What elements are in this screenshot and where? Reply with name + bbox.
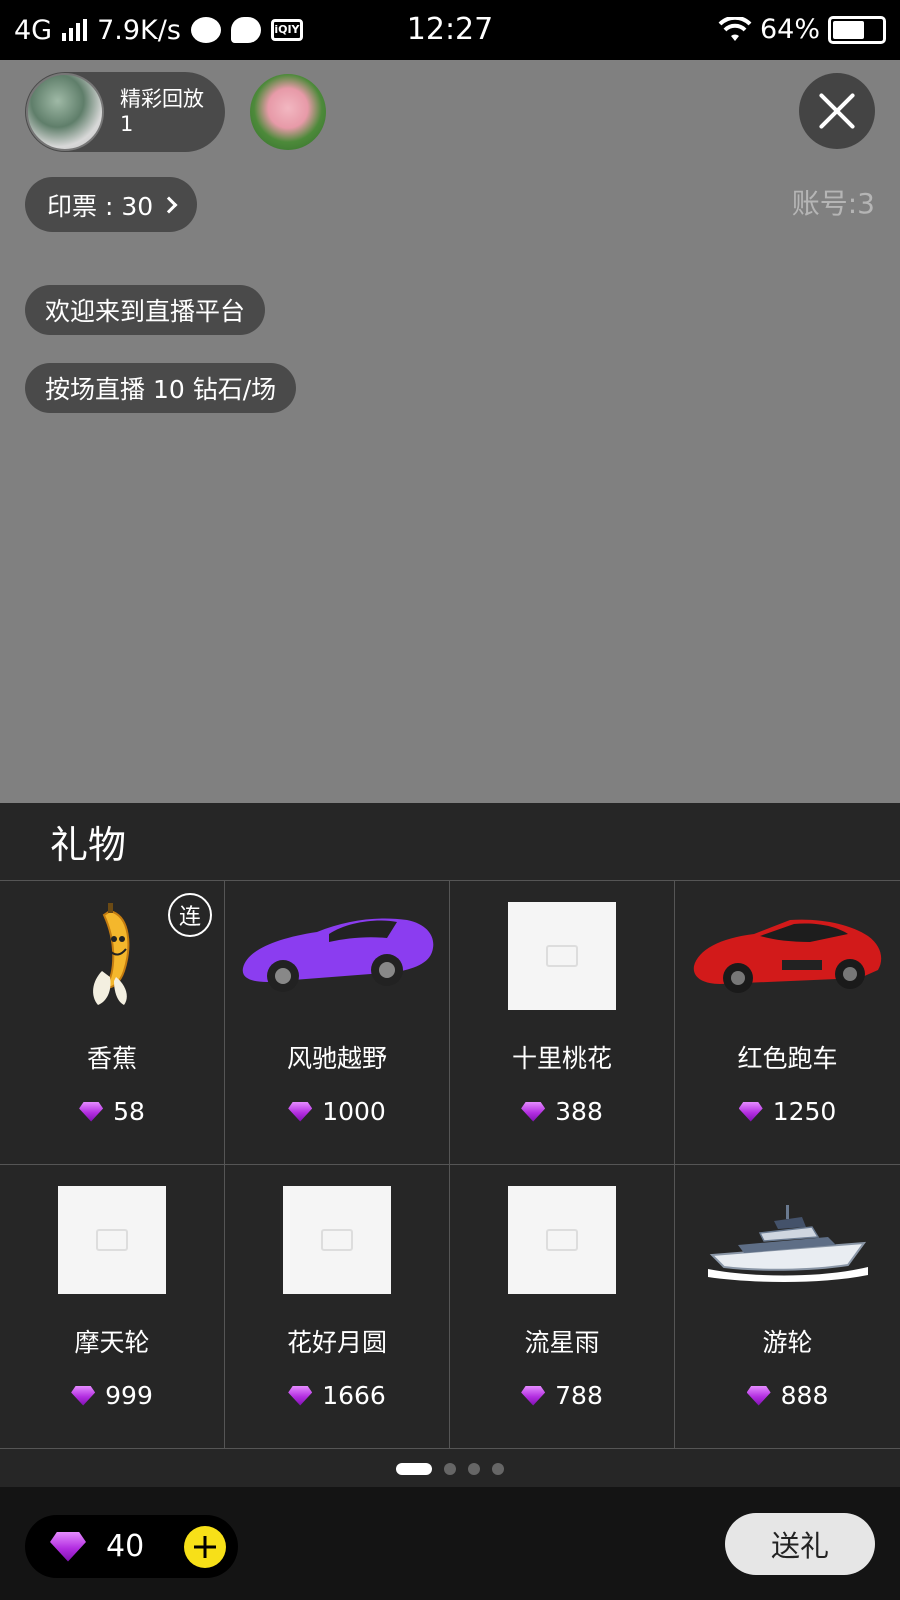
gift-price: 888	[746, 1381, 829, 1410]
page-indicator	[0, 1458, 900, 1480]
image-placeholder-icon	[283, 1186, 391, 1294]
diamond-icon	[746, 1385, 771, 1406]
gift-item[interactable]: 花好月圆 1666	[225, 1165, 450, 1449]
diamond-icon	[71, 1385, 96, 1406]
bottom-bar: 40 送礼	[0, 1487, 900, 1600]
gift-price: 788	[521, 1381, 603, 1410]
gift-price: 1666	[288, 1381, 386, 1410]
gift-price: 1250	[738, 1097, 837, 1126]
chat-message: 欢迎来到直播平台	[25, 285, 266, 335]
gift-price-value: 58	[113, 1097, 145, 1126]
image-placeholder-icon	[58, 1186, 166, 1294]
gift-item[interactable]: 连 香蕉 58	[0, 881, 225, 1165]
network-speed: 7.9K/s	[97, 14, 181, 46]
diamond-icon	[288, 1101, 313, 1122]
replay-count: 1	[120, 112, 134, 136]
gift-price: 58	[79, 1097, 145, 1126]
gift-price: 1000	[288, 1097, 386, 1126]
replay-button[interactable]: 精彩回放 1	[25, 72, 225, 152]
battery-percent: 64%	[759, 14, 820, 45]
iqiyi-icon: iQIY	[270, 19, 303, 41]
gift-price-value: 388	[555, 1097, 603, 1126]
page-dot[interactable]	[492, 1463, 504, 1475]
gift-price: 999	[71, 1381, 153, 1410]
diamond-icon	[738, 1101, 763, 1122]
red-car-icon	[693, 919, 881, 993]
gift-panel-title: 礼物	[0, 803, 900, 881]
gift-item[interactable]: 游轮 888	[675, 1165, 900, 1449]
diamond-balance: 40	[25, 1515, 238, 1578]
page-dot[interactable]	[396, 1463, 432, 1475]
gift-item[interactable]: 红色跑车 1250	[675, 881, 900, 1165]
gift-name: 游轮	[762, 1328, 813, 1357]
image-placeholder-icon	[508, 902, 616, 1010]
balance-value: 40	[106, 1529, 145, 1564]
network-label: 4G	[14, 14, 53, 46]
gift-grid: 连 香蕉 58 风驰越野 1000 十里桃花 388 红色跑车 1250 摩天轮…	[0, 881, 900, 1449]
gift-item[interactable]: 流星雨 788	[450, 1165, 675, 1449]
gift-name: 花好月圆	[286, 1328, 387, 1357]
gift-name: 十里桃花	[511, 1044, 612, 1073]
ticket-button[interactable]: 印票 : 30	[25, 177, 198, 232]
page-dot[interactable]	[468, 1463, 480, 1475]
replay-thumbnail	[26, 73, 104, 151]
gift-price-value: 999	[105, 1381, 153, 1410]
gift-price-value: 788	[555, 1381, 603, 1410]
diamond-icon	[521, 1101, 546, 1122]
gift-name: 风驰越野	[286, 1044, 387, 1073]
gift-name: 流星雨	[524, 1328, 600, 1357]
image-placeholder-icon	[508, 1186, 616, 1294]
battery-icon	[828, 15, 886, 44]
battery-level	[833, 20, 864, 39]
gift-panel: 礼物 连 香蕉 58 风驰越野 1000 十里桃花 388 红色跑车 1250 …	[0, 803, 900, 1600]
close-button[interactable]	[799, 73, 875, 149]
ticket-label: 印票 : 30	[47, 191, 154, 221]
diamond-icon	[288, 1385, 313, 1406]
signal-icon	[62, 19, 88, 41]
status-bar: 4G 7.9K/s iQIY 12:27 64%	[0, 0, 900, 60]
chat-icon	[230, 17, 261, 43]
gift-price: 388	[521, 1097, 603, 1126]
diamond-icon	[79, 1101, 104, 1122]
account-label: 账号:3	[791, 187, 875, 220]
gift-price-value: 888	[780, 1381, 829, 1410]
replay-label: 精彩回放 1	[120, 87, 204, 137]
gift-item[interactable]: 十里桃花 388	[450, 881, 675, 1165]
banana-icon	[93, 903, 130, 1005]
combo-badge: 连	[168, 893, 212, 937]
recharge-button[interactable]	[184, 1526, 226, 1568]
diamond-icon	[521, 1385, 546, 1406]
yacht-icon	[707, 1205, 868, 1282]
chevron-right-icon	[160, 196, 178, 213]
gift-price-value: 1250	[772, 1097, 837, 1126]
gift-price-value: 1000	[322, 1097, 386, 1126]
page-dot[interactable]	[444, 1463, 456, 1475]
diamond-icon	[50, 1531, 86, 1562]
gift-item[interactable]: 摩天轮 999	[0, 1165, 225, 1449]
send-gift-button[interactable]: 送礼	[725, 1513, 875, 1575]
gift-name: 香蕉	[86, 1044, 137, 1073]
gift-name: 红色跑车	[737, 1044, 838, 1073]
chat-message: 按场直播 10 钻石/场	[25, 363, 297, 413]
gift-item[interactable]: 风驰越野 1000	[225, 881, 450, 1165]
q-app-icon	[190, 17, 221, 43]
purple-car-icon	[242, 918, 434, 992]
replay-title: 精彩回放	[120, 87, 204, 111]
gift-price-value: 1666	[322, 1381, 386, 1410]
gift-name: 摩天轮	[74, 1328, 150, 1357]
wifi-icon	[718, 16, 752, 41]
viewer-avatar[interactable]	[250, 74, 326, 150]
